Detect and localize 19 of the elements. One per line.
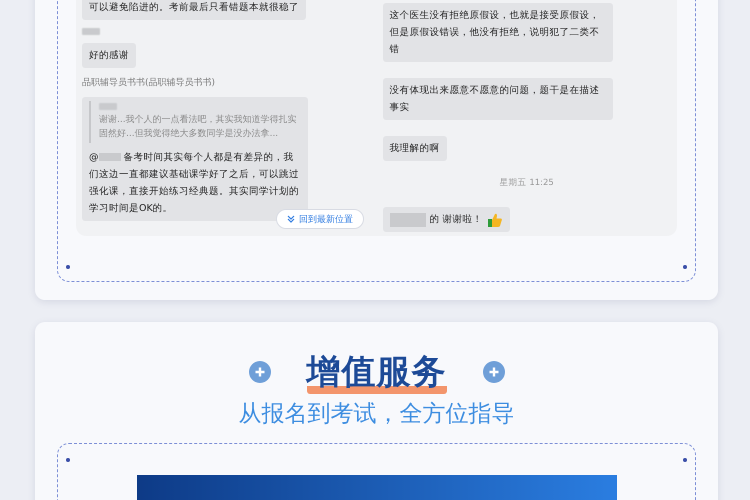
sender-name: 品职辅导员书书(品职辅导员书书) — [82, 76, 216, 89]
message-bubble: 可以避免陷进的。考前最后只看错题本就很稳了 — [82, 0, 306, 20]
blurred-name — [99, 103, 117, 110]
timestamp: 星期五 11:25 — [500, 177, 554, 189]
section-subtitle: 从报名到考试，全方位指导 — [238, 400, 516, 429]
double-chevron-down-icon — [287, 215, 295, 223]
blurred-text — [390, 212, 426, 226]
blurred-mention — [98, 153, 120, 162]
plus-icon — [248, 361, 270, 383]
message-bubble: 没有体现出来愿意不愿意的问题，题干是在描述事实 — [382, 78, 612, 120]
blurred-name — [82, 28, 100, 35]
thumbs-up-icon — [486, 212, 503, 228]
plus-icon — [482, 361, 504, 383]
message-bubble: 我理解的啊 — [382, 136, 446, 161]
quote-text: 谢谢...我个人的一点看法吧，其实我知道学得扎实固然好...但我觉得绝大多数同学是没办法拿... — [99, 114, 298, 141]
message-bubble: 好的感谢 — [82, 43, 136, 68]
message-text: 的 谢谢啦！ — [430, 213, 483, 227]
jump-to-latest-button[interactable]: 回到最新位置 — [276, 209, 364, 229]
message-bubble: 这个医生没有拒绝原假设，也就是接受原假设，但是原假设错误，他没有拒绝，说明犯了二类不错 — [382, 3, 612, 62]
